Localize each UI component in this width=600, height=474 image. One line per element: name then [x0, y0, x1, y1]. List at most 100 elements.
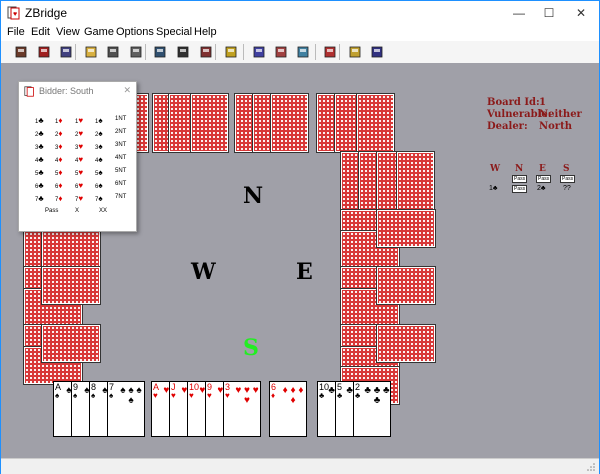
bidder-close-button[interactable]: ✕ [123, 85, 131, 96]
bid-suit-icon: ♠ [98, 129, 103, 138]
bid-6-clubs-button[interactable]: 6♣ [35, 181, 44, 190]
bid-1-hearts-button[interactable]: 1♥ [75, 116, 83, 125]
bid-4-hearts-button[interactable]: 4♥ [75, 155, 83, 164]
bid-5-hearts-button[interactable]: 5♥ [75, 168, 83, 177]
bid-5-clubs-button[interactable]: 5♣ [35, 168, 44, 177]
undo-icon[interactable] [152, 44, 168, 60]
east-card-back [396, 151, 435, 211]
toolbar-separator [243, 44, 244, 60]
menu-edit[interactable]: Edit [31, 26, 50, 38]
bid-7-spades-button[interactable]: 7♠ [95, 194, 103, 203]
bid-1-diamonds-button[interactable]: 1♦ [55, 116, 62, 125]
bid-6-diamonds-button[interactable]: 6♦ [55, 181, 62, 190]
card-suit-icon: ♣ [355, 391, 361, 400]
bid-3-clubs-button[interactable]: 3♣ [35, 142, 44, 151]
book-icon[interactable] [347, 44, 363, 60]
bid-2-diamonds-button[interactable]: 2♦ [55, 129, 62, 138]
bid-4-clubs-button[interactable]: 4♣ [35, 155, 44, 164]
cards-icon[interactable] [198, 44, 214, 60]
card-suit-icon: ♣ [319, 391, 325, 400]
menu-view[interactable]: View [56, 26, 80, 38]
bidder-title-bar[interactable]: Bidder: South ✕ [19, 82, 136, 100]
bid-suit-icon: ♦ [58, 181, 63, 190]
bid-strain: NT [118, 168, 127, 174]
bid-3-nt-button[interactable]: 3NT [115, 142, 126, 148]
maximize-button[interactable]: ☐ [534, 1, 564, 25]
bid-3-diamonds-button[interactable]: 3♦ [55, 142, 62, 151]
menu-options[interactable]: Options [116, 26, 154, 38]
deal-icon[interactable] [36, 44, 52, 60]
print-icon[interactable] [128, 44, 144, 60]
card-pips: ♠ ♠ ♠ ♠ [120, 385, 142, 406]
bid-5-nt-button[interactable]: 5NT [115, 168, 126, 174]
toolbar-separator [215, 44, 216, 60]
bid-3-spades-button[interactable]: 3♠ [95, 142, 103, 151]
bid-6-nt-button[interactable]: 6NT [115, 181, 126, 187]
bid-3-hearts-button[interactable]: 3♥ [75, 142, 83, 151]
minimize-button[interactable]: — [504, 1, 534, 25]
menu-game[interactable]: Game [84, 26, 114, 38]
bid-7-clubs-button[interactable]: 7♣ [35, 194, 44, 203]
seat-east-icon[interactable] [273, 44, 289, 60]
new-game-icon[interactable] [13, 44, 29, 60]
bid-2-nt-button[interactable]: 2NT [115, 129, 126, 135]
bid-5-diamonds-button[interactable]: 5♦ [55, 168, 62, 177]
bid-row: 7♣ 7♦ 7♥ 7♠ 7NT [31, 194, 131, 206]
auction-bid: Pass [560, 175, 576, 183]
svg-text:♥: ♥ [13, 11, 17, 18]
bid-7-diamonds-button[interactable]: 7♦ [55, 194, 62, 203]
auction-bid: 2♣ [537, 185, 546, 192]
save-icon[interactable] [105, 44, 121, 60]
double-button[interactable]: X [75, 208, 79, 214]
south-card[interactable]: 2 ♣ ♣ ♣ ♣ ♣ [353, 381, 391, 437]
rewind-icon[interactable] [175, 44, 191, 60]
bid-suit-icon: ♦ [58, 129, 63, 138]
bid-2-hearts-button[interactable]: 2♥ [75, 129, 83, 138]
bid-strain: NT [118, 116, 127, 122]
bid-6-hearts-button[interactable]: 6♥ [75, 181, 83, 190]
bid-6-spades-button[interactable]: 6♠ [95, 181, 103, 190]
menu-help[interactable]: Help [194, 26, 217, 38]
bid-1-clubs-button[interactable]: 1♣ [35, 116, 44, 125]
bid-row: 1♣ 1♦ 1♥ 1♠ 1NT [31, 116, 131, 128]
bid-suit-icon: ♣ [38, 168, 44, 177]
redouble-button[interactable]: XX [99, 208, 107, 214]
south-card[interactable]: 7 ♠ ♠ ♠ ♠ ♠ [107, 381, 145, 437]
bid-suit-icon: ♥ [78, 181, 84, 190]
bid-suit-icon: ♠ [98, 155, 103, 164]
bid-2-clubs-button[interactable]: 2♣ [35, 129, 44, 138]
bid-5-spades-button[interactable]: 5♠ [95, 168, 103, 177]
bid-1-spades-button[interactable]: 1♠ [95, 116, 103, 125]
bid-strain: NT [118, 129, 127, 135]
toolbar-separator [315, 44, 316, 60]
card-pips: ♦ ♦ ♦ ♦ [282, 385, 304, 406]
bid-2-spades-button[interactable]: 2♠ [95, 129, 103, 138]
bid-7-hearts-button[interactable]: 7♥ [75, 194, 83, 203]
open-folder-icon[interactable] [83, 44, 99, 60]
bid-7-nt-button[interactable]: 7NT [115, 194, 126, 200]
bid-1-nt-button[interactable]: 1NT [115, 116, 126, 122]
help-book-icon[interactable] [369, 44, 385, 60]
bid-4-spades-button[interactable]: 4♠ [95, 155, 103, 164]
bid-4-diamonds-button[interactable]: 4♦ [55, 155, 62, 164]
open-hand-icon[interactable] [58, 44, 74, 60]
east-card-back [376, 209, 436, 248]
menu-file[interactable]: File [7, 26, 25, 38]
seat-south-icon[interactable] [295, 44, 311, 60]
west-card-back [41, 324, 101, 363]
bid-suit-icon: ♣ [38, 155, 44, 164]
card-suit-icon: ♠ [55, 391, 60, 400]
close-button[interactable]: ✕ [566, 1, 596, 25]
seat-north-icon[interactable] [251, 44, 267, 60]
resize-grip-icon[interactable] [586, 462, 596, 472]
bid-row: 2♣ 2♦ 2♥ 2♠ 2NT [31, 129, 131, 141]
south-card[interactable]: 3 ♥ ♥ ♥ ♥ ♥ [223, 381, 261, 437]
bid-4-nt-button[interactable]: 4NT [115, 155, 126, 161]
seat-east: E [296, 259, 313, 285]
south-card[interactable]: 6 ♦ ♦ ♦ ♦ ♦ [269, 381, 307, 437]
card-suit-icon: ♥ [171, 391, 176, 400]
options-icon[interactable] [322, 44, 338, 60]
menu-special[interactable]: Special [156, 26, 192, 38]
pass-bid-button[interactable]: Pass [45, 208, 58, 214]
hint-icon[interactable] [223, 44, 239, 60]
